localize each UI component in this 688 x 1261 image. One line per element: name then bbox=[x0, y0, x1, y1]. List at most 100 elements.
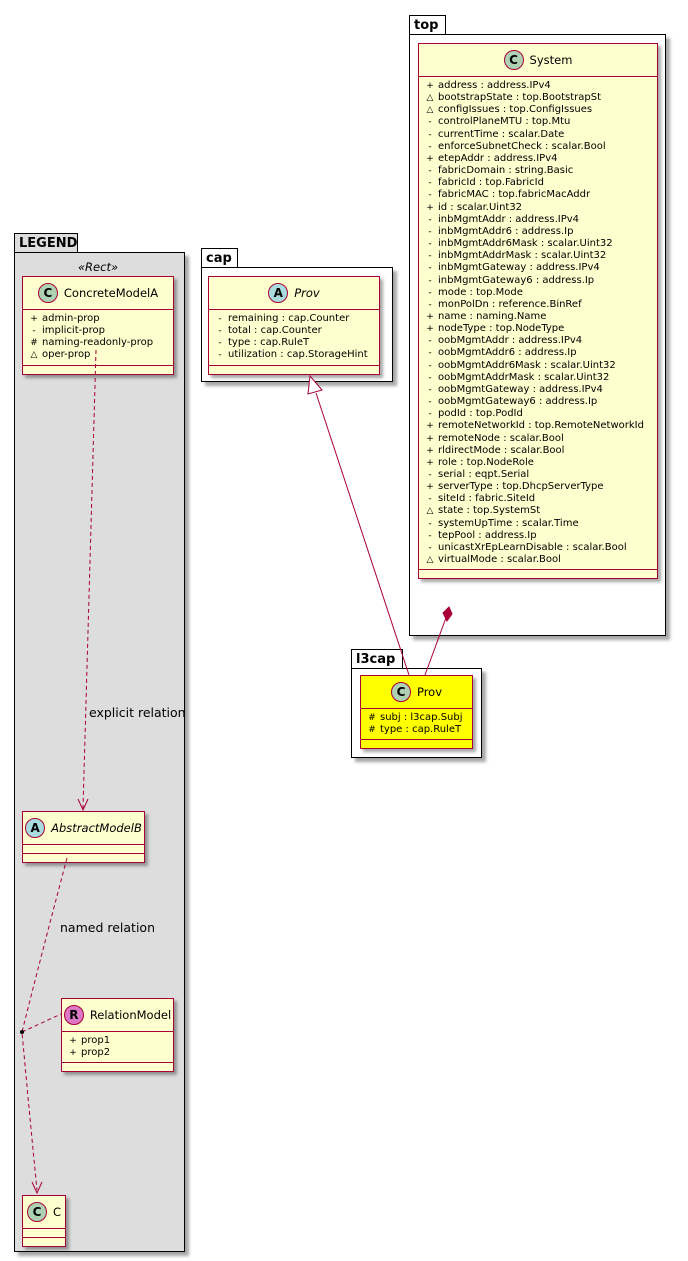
legend-concrete-name: ConcreteModelA bbox=[63, 286, 159, 300]
visibility-icon: + bbox=[69, 1048, 77, 1059]
attribute-text: rldirectMode : scalar.Bool bbox=[438, 444, 565, 456]
class-l3cap-prov-methods bbox=[361, 739, 472, 748]
attribute-row: + remoteNode : scalar.Bool bbox=[425, 433, 657, 445]
class-cap-prov-attributes: - remaining : cap.Counter - total : cap.Cou… bbox=[209, 310, 379, 365]
visibility-icon: - bbox=[218, 350, 222, 361]
class-system[interactable]: C System + address : address.IPv4 △ bootstr… bbox=[418, 43, 658, 580]
legend-c-fields bbox=[23, 1229, 65, 1237]
attribute-row: - mode : top.Mode bbox=[425, 287, 657, 299]
attribute-text: oobMgmtAddr : address.IPv4 bbox=[438, 335, 583, 347]
attribute-text: subj : l3cap.Subj bbox=[380, 712, 463, 723]
legend-abstract-model-b[interactable]: A AbstractModelB bbox=[22, 811, 145, 863]
attribute-row: - oobMgmtAddr6 : address.Ip bbox=[425, 347, 657, 359]
visibility-icon: - bbox=[218, 338, 222, 349]
relation-circle-icon: R bbox=[63, 1005, 84, 1025]
attribute-row: - serial : eqpt.Serial bbox=[425, 469, 657, 481]
legend-concrete-attributes: + admin-prop - implicit-prop # naming-readonl… bbox=[23, 310, 173, 365]
visibility-icon: - bbox=[428, 494, 432, 505]
attribute-text: serial : eqpt.Serial bbox=[438, 469, 530, 480]
legend-abstract-methods bbox=[23, 853, 144, 862]
attribute-text: inbMgmtAddrMask : scalar.Uint32 bbox=[438, 250, 607, 262]
legend-relation-header: R RelationModel bbox=[62, 999, 173, 1032]
attribute-text: fabricMAC : top.fabricMacAddr bbox=[438, 189, 591, 201]
legend-stereotype: «Rect» bbox=[77, 260, 119, 274]
class-circle-icon: C bbox=[390, 682, 411, 702]
attribute-row: # subj : l3cap.Subj bbox=[367, 712, 472, 724]
attribute-text: configIssues : top.ConfigIssues bbox=[438, 104, 593, 116]
visibility-icon: △ bbox=[30, 350, 38, 361]
visibility-icon: - bbox=[428, 530, 432, 541]
attribute-row: - oobMgmtAddr6Mask : scalar.Uint32 bbox=[425, 360, 657, 372]
attribute-text: prop2 bbox=[81, 1047, 111, 1059]
explicit-relation-label: explicit relation bbox=[89, 705, 186, 720]
visibility-icon: + bbox=[30, 314, 38, 324]
attribute-row: + etepAddr : address.IPv4 bbox=[425, 153, 657, 165]
attribute-text: naming-readonly-prop bbox=[42, 337, 154, 349]
attribute-row: + rldirectMode : scalar.Bool bbox=[425, 445, 657, 457]
attribute-row: △ bootstrapState : top.BootstrapSt bbox=[425, 92, 657, 104]
attribute-row: - inbMgmtAddr6Mask : scalar.Uint32 bbox=[425, 238, 657, 250]
attribute-text: role : top.NodeRole bbox=[438, 456, 534, 468]
attribute-text: admin-prop bbox=[42, 313, 100, 324]
attribute-text: oobMgmtGateway6 : address.Ip bbox=[438, 396, 598, 408]
attribute-text: oper-prop bbox=[42, 349, 91, 361]
attribute-text: fabricDomain : string.Basic bbox=[438, 165, 574, 177]
attribute-text: address : address.IPv4 bbox=[438, 80, 551, 91]
visibility-icon: - bbox=[428, 518, 432, 529]
legend-relation-model[interactable]: R RelationModel + prop1 + prop2 bbox=[61, 998, 174, 1073]
attribute-row: - oobMgmtGateway6 : address.Ip bbox=[425, 396, 657, 408]
attribute-row: - total : cap.Counter bbox=[215, 325, 379, 337]
legend-class-c[interactable]: C C bbox=[22, 1195, 66, 1247]
package-l3cap-tab: l3cap bbox=[351, 649, 403, 669]
attribute-row: - tepPool : address.Ip bbox=[425, 530, 657, 542]
visibility-icon: △ bbox=[426, 105, 434, 116]
attribute-text: bootstrapState : top.BootstrapSt bbox=[438, 92, 601, 104]
visibility-icon: - bbox=[428, 178, 432, 189]
legend-concrete-model-a[interactable]: «Rect» C ConcreteModelA + admin-prop - impl… bbox=[22, 260, 174, 375]
attribute-text: id : scalar.Uint32 bbox=[438, 201, 523, 213]
named-relation-label: named relation bbox=[60, 920, 155, 935]
abstract-circle-icon: A bbox=[25, 818, 46, 838]
visibility-icon: # bbox=[368, 713, 376, 723]
attribute-text: unicastXrEpLearnDisable : scalar.Bool bbox=[438, 541, 627, 553]
visibility-icon: - bbox=[428, 117, 432, 128]
package-cap-tab: cap bbox=[201, 248, 238, 268]
visibility-icon: - bbox=[428, 275, 432, 286]
attribute-row: - type : cap.RuleT bbox=[215, 337, 379, 349]
attribute-text: oobMgmtAddr6 : address.Ip bbox=[438, 347, 577, 359]
attribute-text: type : cap.RuleT bbox=[228, 337, 310, 349]
attribute-row: - remaining : cap.Counter bbox=[215, 313, 379, 325]
class-l3cap-prov[interactable]: C Prov # subj : l3cap.Subj # type : cap.Rul… bbox=[360, 675, 473, 750]
visibility-icon: - bbox=[32, 326, 36, 337]
legend-c-methods bbox=[23, 1237, 65, 1246]
visibility-icon: # bbox=[368, 725, 376, 736]
attribute-row: - utilization : cap.StorageHint bbox=[215, 349, 379, 361]
legend-concrete-methods bbox=[23, 364, 173, 374]
attribute-row: - controlPlaneMTU : top.Mtu bbox=[425, 116, 657, 128]
attribute-text: inbMgmtGateway6 : address.Ip bbox=[438, 274, 595, 286]
attribute-text: monPolDn : reference.BinRef bbox=[438, 298, 582, 310]
attribute-row: △ oper-prop bbox=[29, 349, 173, 361]
attribute-row: - monPolDn : reference.BinRef bbox=[425, 299, 657, 311]
package-l3cap-label: l3cap bbox=[356, 652, 396, 667]
class-l3cap-prov-attributes: # subj : l3cap.Subj # type : cap.RuleT bbox=[361, 709, 472, 739]
class-l3cap-prov-name: Prov bbox=[416, 685, 443, 699]
visibility-icon: - bbox=[428, 397, 432, 408]
package-legend-label: LEGEND bbox=[19, 236, 78, 251]
attribute-row: - inbMgmtAddr : address.IPv4 bbox=[425, 214, 657, 226]
attribute-text: oobMgmtAddrMask : scalar.Uint32 bbox=[438, 371, 610, 383]
visibility-icon: + bbox=[426, 311, 434, 322]
attribute-text: siteId : fabric.SiteId bbox=[438, 493, 536, 505]
class-system-name: System bbox=[529, 53, 573, 67]
visibility-icon: - bbox=[428, 336, 432, 347]
attribute-text: state : top.SystemSt bbox=[438, 505, 541, 517]
package-top-label: top bbox=[414, 18, 439, 33]
attribute-text: total : cap.Counter bbox=[228, 325, 322, 337]
attribute-row: - fabricId : top.FabricId bbox=[425, 177, 657, 189]
attribute-row: - inbMgmtAddrMask : scalar.Uint32 bbox=[425, 250, 657, 262]
visibility-icon: △ bbox=[426, 93, 434, 104]
class-l3cap-prov-header: C Prov bbox=[361, 676, 472, 709]
attribute-text: type : cap.RuleT bbox=[380, 724, 462, 736]
class-cap-prov[interactable]: A Prov - remaining : cap.Counter - total : … bbox=[208, 276, 380, 375]
attribute-row: + admin-prop bbox=[29, 313, 173, 325]
